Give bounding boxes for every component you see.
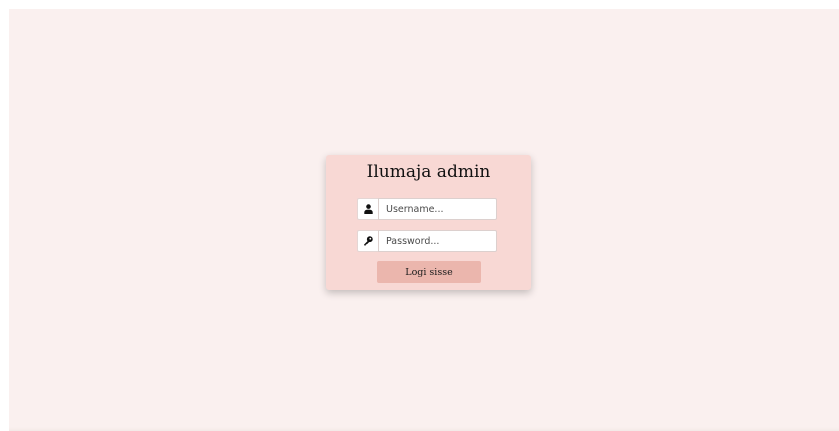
- username-input[interactable]: [378, 198, 497, 220]
- username-row: [357, 198, 497, 220]
- login-title: Ilumaja admin: [366, 162, 491, 182]
- password-input[interactable]: [378, 230, 497, 252]
- key-icon: [357, 230, 378, 252]
- login-button[interactable]: Logi sisse: [377, 261, 481, 283]
- login-card: Ilumaja admin Logi sisse: [326, 155, 531, 290]
- password-row: [357, 230, 497, 252]
- user-icon: [357, 198, 378, 220]
- page-background: Ilumaja admin Logi sisse: [9, 9, 839, 431]
